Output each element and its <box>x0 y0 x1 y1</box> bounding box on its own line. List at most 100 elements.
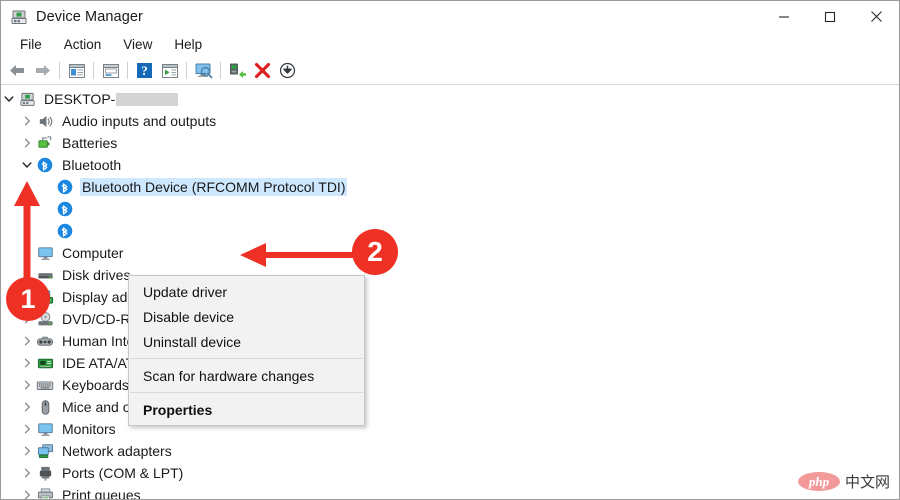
scan-for-hardware-changes-icon[interactable] <box>191 59 216 82</box>
window-controls <box>761 1 899 32</box>
bluetooth-icon <box>55 221 75 241</box>
tree-row-audio[interactable]: Audio inputs and outputs <box>1 110 899 132</box>
chevron-right-icon[interactable] <box>19 396 35 418</box>
toolbar-separator <box>220 62 221 79</box>
download-icon[interactable] <box>275 59 300 82</box>
tree-item-label: Monitors <box>62 421 116 437</box>
toolbar-separator <box>93 62 94 79</box>
chevron-right-icon[interactable] <box>19 264 35 286</box>
printer-icon <box>35 485 55 499</box>
tree-item-label: Disk drives <box>62 267 131 283</box>
tree-row-network-adapters[interactable]: Network adapters <box>1 440 899 462</box>
chevron-right-icon[interactable] <box>19 110 35 132</box>
mouse-icon <box>35 397 55 417</box>
monitor-icon <box>35 243 55 263</box>
context-menu-item-uninstall-device[interactable]: Uninstall device <box>129 329 364 354</box>
tree-row-root[interactable]: DESKTOP- <box>1 88 899 110</box>
device-tree[interactable]: DESKTOP- Audio inputs and outputs Batter… <box>1 85 899 499</box>
chevron-right-icon[interactable] <box>19 330 35 352</box>
network-adapter-icon <box>35 441 55 461</box>
chevron-down-icon[interactable] <box>1 88 17 110</box>
menu-view[interactable]: View <box>112 34 163 55</box>
keyboard-icon <box>35 375 55 395</box>
tree-row-computer[interactable]: Computer <box>1 242 899 264</box>
battery-icon <box>35 133 55 153</box>
menu-bar: File Action View Help <box>1 32 899 57</box>
tree-item-label: Network adapters <box>62 443 172 459</box>
context-menu-item-disable-device[interactable]: Disable device <box>129 304 364 329</box>
context-menu[interactable]: Update driver Disable device Uninstall d… <box>128 275 365 426</box>
enable-device-icon[interactable] <box>225 59 250 82</box>
tree-row-print-queues[interactable]: Print queues <box>1 484 899 499</box>
chevron-down-icon[interactable] <box>19 154 35 176</box>
tree-root-label: DESKTOP- <box>42 90 180 108</box>
tree-row-bluetooth-child[interactable] <box>1 198 899 220</box>
tree-row-bluetooth[interactable]: Bluetooth <box>1 154 899 176</box>
context-menu-separator <box>130 392 363 393</box>
tree-item-label: Bluetooth <box>62 157 122 173</box>
tree-item-label: Bluetooth Device (RFCOMM Protocol TDI) <box>80 178 348 196</box>
redacted-hostname <box>116 92 179 106</box>
chevron-right-icon[interactable] <box>19 418 35 440</box>
toolbar-separator <box>186 62 187 79</box>
tree-item-label <box>80 208 84 210</box>
computer-icon <box>17 89 37 109</box>
chevron-right-icon[interactable] <box>19 440 35 462</box>
dvd-icon <box>35 309 55 329</box>
help-icon[interactable]: ? <box>132 59 157 82</box>
tree-item-label: Audio inputs and outputs <box>62 113 217 129</box>
watermark-text: 中文网 <box>844 473 890 491</box>
tree-item-label: Batteries <box>62 135 118 151</box>
tree-root-text: DESKTOP- <box>44 91 116 107</box>
close-button[interactable] <box>853 1 899 32</box>
tree-item-label: Keyboards <box>62 377 129 393</box>
bluetooth-icon <box>55 199 75 219</box>
tree-row-batteries[interactable]: Batteries <box>1 132 899 154</box>
tree-item-label: Print queues <box>62 487 141 499</box>
forward-icon[interactable] <box>30 59 55 82</box>
minimize-button[interactable] <box>761 1 807 32</box>
chevron-right-icon[interactable] <box>19 374 35 396</box>
display-adapter-icon <box>35 287 55 307</box>
tree-item-label: Computer <box>62 245 124 261</box>
chevron-right-icon[interactable] <box>19 484 35 499</box>
context-menu-item-scan-for-hardware-changes[interactable]: Scan for hardware changes <box>129 363 364 388</box>
bluetooth-icon <box>35 155 55 175</box>
maximize-button[interactable] <box>807 1 853 32</box>
toolbar-separator <box>127 62 128 79</box>
properties-icon[interactable] <box>98 59 123 82</box>
speaker-icon <box>35 111 55 131</box>
menu-file[interactable]: File <box>9 34 53 55</box>
chevron-right-icon[interactable] <box>19 242 35 264</box>
hid-icon <box>35 331 55 351</box>
chevron-right-icon[interactable] <box>19 286 35 308</box>
show-hide-console-tree-icon[interactable] <box>64 59 89 82</box>
tree-row-ports[interactable]: Ports (COM & LPT) <box>1 462 899 484</box>
toolbar: ? <box>1 57 899 85</box>
disk-icon <box>35 265 55 285</box>
tree-row-bluetooth-device[interactable]: Bluetooth Device (RFCOMM Protocol TDI) <box>1 176 899 198</box>
svg-text:?: ? <box>141 63 148 78</box>
back-icon[interactable] <box>5 59 30 82</box>
chevron-right-icon[interactable] <box>19 352 35 374</box>
device-manager-icon <box>10 8 28 26</box>
tree-row-bluetooth-child[interactable] <box>1 220 899 242</box>
window-title: Device Manager <box>36 8 143 25</box>
watermark-brand: php <box>797 472 840 491</box>
menu-action[interactable]: Action <box>53 34 113 55</box>
monitor-icon <box>35 419 55 439</box>
context-menu-item-update-driver[interactable]: Update driver <box>129 279 364 304</box>
uninstall-device-icon[interactable] <box>250 59 275 82</box>
device-manager-window: Device Manager File Action View Help ? D… <box>0 0 900 500</box>
chevron-right-icon[interactable] <box>19 462 35 484</box>
menu-help[interactable]: Help <box>163 34 213 55</box>
chevron-right-icon[interactable] <box>19 132 35 154</box>
tree-item-label <box>80 230 84 232</box>
device-manager-screenshot: Device Manager File Action View Help ? D… <box>0 0 900 500</box>
context-menu-item-properties[interactable]: Properties <box>129 397 364 422</box>
toolbar-separator <box>59 62 60 79</box>
chevron-right-icon[interactable] <box>19 308 35 330</box>
ide-controller-icon <box>35 353 55 373</box>
update-driver-icon[interactable] <box>157 59 182 82</box>
tree-item-label: Ports (COM & LPT) <box>62 465 184 481</box>
